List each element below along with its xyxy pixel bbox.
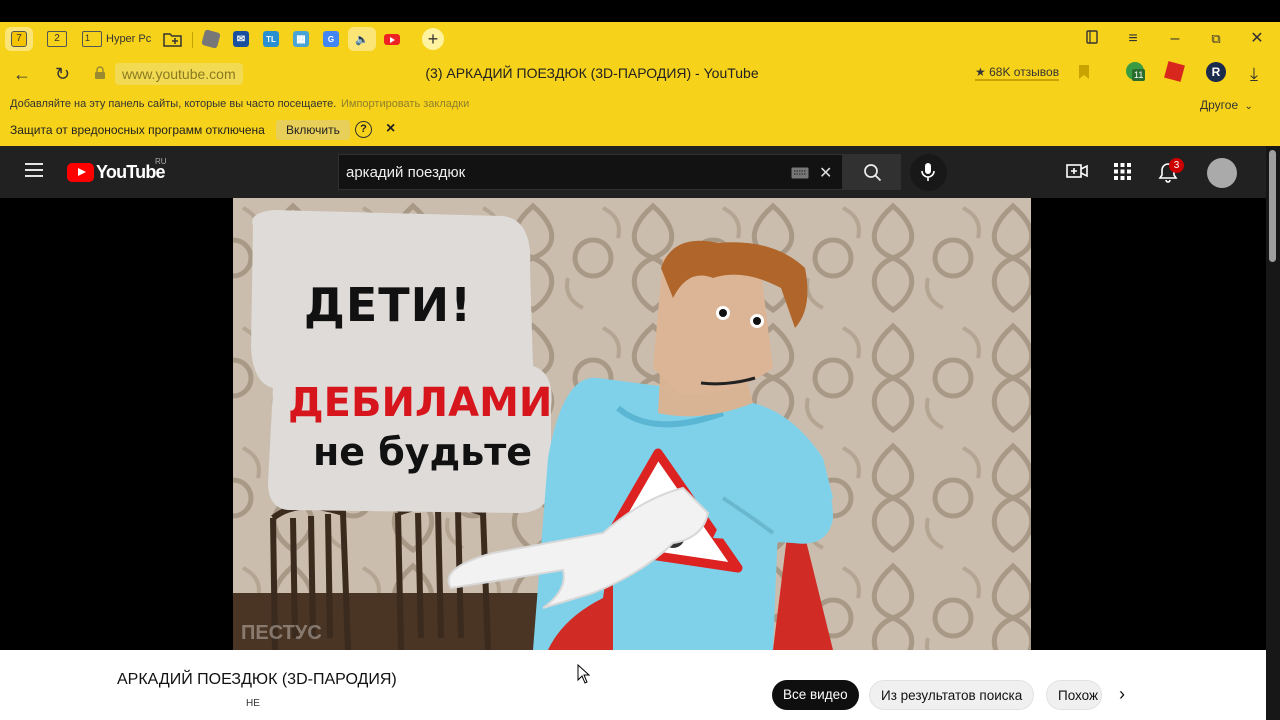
menu-button[interactable]: ≡ (1121, 29, 1145, 49)
protection-bar: Защита от вредоносных программ отключена… (0, 117, 1280, 143)
top-strip (0, 0, 1280, 22)
search-icon (864, 164, 882, 182)
chevron-down-icon: ⌄ (1244, 101, 1253, 112)
create-button[interactable] (1066, 162, 1088, 185)
tab-group-icon: 1 (82, 31, 102, 47)
mail-icon: ✉ (233, 31, 249, 47)
chevron-right-icon: › (1119, 684, 1125, 704)
avatar[interactable] (1207, 158, 1237, 188)
youtube-header: YouTube RU аркадий поездюк ✕ 3 (0, 146, 1266, 198)
video-player-area: ДЕТИ! ДЕБИЛАМИ не будьте ПЕСТУС (0, 198, 1266, 650)
video-watermark: ПЕСТУС (241, 622, 322, 644)
region-label: RU (155, 157, 167, 166)
bubble-line-2: ДЕБИЛАМИ (288, 380, 553, 426)
download-icon: ⤓ (1250, 64, 1258, 84)
minimize-button[interactable]: – (1163, 29, 1187, 49)
speaker-icon: 🔈 (355, 33, 369, 46)
tab-2[interactable]: 2 (44, 27, 70, 51)
protection-message: Защита от вредоносных программ отключена (10, 123, 265, 137)
chip-all-videos[interactable]: Все видео (772, 680, 859, 710)
address-bar: ← ↻ www.youtube.com (3) АРКАДИЙ ПОЕЗДЮК … (0, 55, 1280, 93)
tab-sound[interactable]: 🔈 (348, 27, 376, 51)
restore-icon: ⧉ (1211, 31, 1221, 46)
tab-tl[interactable]: TL (260, 27, 282, 51)
screen: 7 2 1 Hyper Pc ✉ TL ▦ G 🔈 + ≡ – ⧉ ✕ ← ↻ … (0, 0, 1280, 720)
r-extension-icon[interactable]: R (1206, 62, 1226, 82)
import-bookmarks-link[interactable]: Импортировать закладки (341, 98, 469, 110)
close-window-button[interactable]: ✕ (1245, 29, 1269, 49)
puzzle-icon: ▦ (293, 31, 309, 47)
browser-chrome: 7 2 1 Hyper Pc ✉ TL ▦ G 🔈 + ≡ – ⧉ ✕ ← ↻ … (0, 22, 1280, 146)
tab-hyper-pc[interactable]: 1 Hyper Pc (82, 27, 154, 51)
search-button[interactable] (843, 154, 901, 190)
tl-icon: TL (263, 31, 279, 47)
new-tab-group-button[interactable] (160, 27, 186, 51)
notification-count-badge: 3 (1169, 158, 1184, 173)
tab-bar: 7 2 1 Hyper Pc ✉ TL ▦ G 🔈 + ≡ – ⧉ ✕ (0, 22, 1280, 55)
downloads-button[interactable]: ⤓ (1250, 65, 1258, 83)
search-box[interactable]: аркадий поездюк ✕ (338, 154, 843, 190)
plus-icon: + (427, 28, 439, 49)
folder-plus-icon (163, 33, 182, 47)
youtube-tab-icon (384, 33, 400, 45)
notifications-button[interactable]: 3 (1158, 158, 1184, 188)
tab-translate[interactable]: G (320, 27, 342, 51)
tab-divider (192, 32, 193, 48)
search-input[interactable]: аркадий поездюк (346, 164, 465, 181)
tab-hyper-pc-label: Hyper Pc (106, 33, 152, 45)
chip-from-search[interactable]: Из результатов поиска (869, 680, 1035, 710)
cut-off-text: НЕ (246, 698, 260, 709)
below-video: АРКАДИЙ ПОЕЗДЮК (3D-ПАРОДИЯ) НЕ Все виде… (0, 650, 1266, 720)
roblox-icon (201, 29, 221, 49)
tab-counter[interactable]: 7 (5, 27, 33, 51)
page-scrollbar[interactable] (1266, 146, 1280, 720)
new-tab-button[interactable]: + (422, 28, 444, 50)
bookmarks-hint: Добавляйте на эту панель сайты, которые … (10, 98, 337, 110)
bookmark-button[interactable] (1078, 64, 1090, 85)
youtube-play-icon (67, 163, 94, 182)
other-bookmarks-label: Другое (1200, 98, 1239, 112)
tab-roblox[interactable] (200, 27, 222, 51)
clear-search-icon[interactable]: ✕ (819, 163, 832, 183)
bubble-line-1: ДЕТИ! (303, 278, 473, 332)
tab-counter-icon: 7 (11, 31, 27, 47)
guide-menu-button[interactable] (25, 163, 43, 177)
voice-search-button[interactable] (910, 154, 947, 191)
translate-icon: G (323, 31, 339, 47)
tab-mail[interactable]: ✉ (230, 27, 252, 51)
bubble-line-3: не будьте (313, 430, 533, 474)
create-video-icon (1066, 164, 1088, 178)
extension-11[interactable]: 11 (1126, 62, 1146, 82)
apps-button[interactable] (1114, 163, 1131, 185)
reviews-badge[interactable]: ★ 68K отзывов (975, 65, 1060, 81)
enable-protection-button[interactable]: Включить (276, 120, 350, 140)
other-bookmarks[interactable]: Другое ⌄ (1200, 98, 1253, 112)
tab-youtube[interactable] (380, 27, 404, 51)
video-title: АРКАДИЙ ПОЕЗДЮК (3D-ПАРОДИЯ) (117, 671, 397, 688)
keyboard-icon[interactable] (791, 166, 809, 184)
apps-grid-icon (1114, 163, 1131, 180)
collections-button[interactable] (1080, 29, 1104, 49)
microphone-icon (921, 163, 935, 181)
extension-badge: 11 (1132, 69, 1146, 81)
close-bar-icon[interactable]: × (386, 120, 395, 138)
restore-button[interactable]: ⧉ (1204, 29, 1228, 49)
mouse-cursor (577, 663, 591, 689)
hamburger-icon: ≡ (1128, 30, 1138, 47)
help-icon[interactable]: ? (355, 121, 372, 138)
chip-similar[interactable]: Похож (1046, 680, 1102, 710)
tab-puzzle[interactable]: ▦ (290, 27, 312, 51)
video-player[interactable]: ДЕТИ! ДЕБИЛАМИ не будьте ПЕСТУС (233, 198, 1031, 650)
close-icon: ✕ (1250, 30, 1264, 47)
bookmarks-bar: Добавляйте на эту панель сайты, которые … (0, 93, 1280, 115)
bookmark-icon (1079, 65, 1089, 79)
chips-next-button[interactable]: › (1119, 684, 1125, 705)
scrollbar-thumb[interactable] (1269, 150, 1276, 262)
tab-2-icon: 2 (47, 31, 67, 47)
collections-icon (1086, 30, 1098, 44)
minimize-icon: – (1170, 30, 1180, 47)
hamburger-icon (25, 163, 43, 177)
